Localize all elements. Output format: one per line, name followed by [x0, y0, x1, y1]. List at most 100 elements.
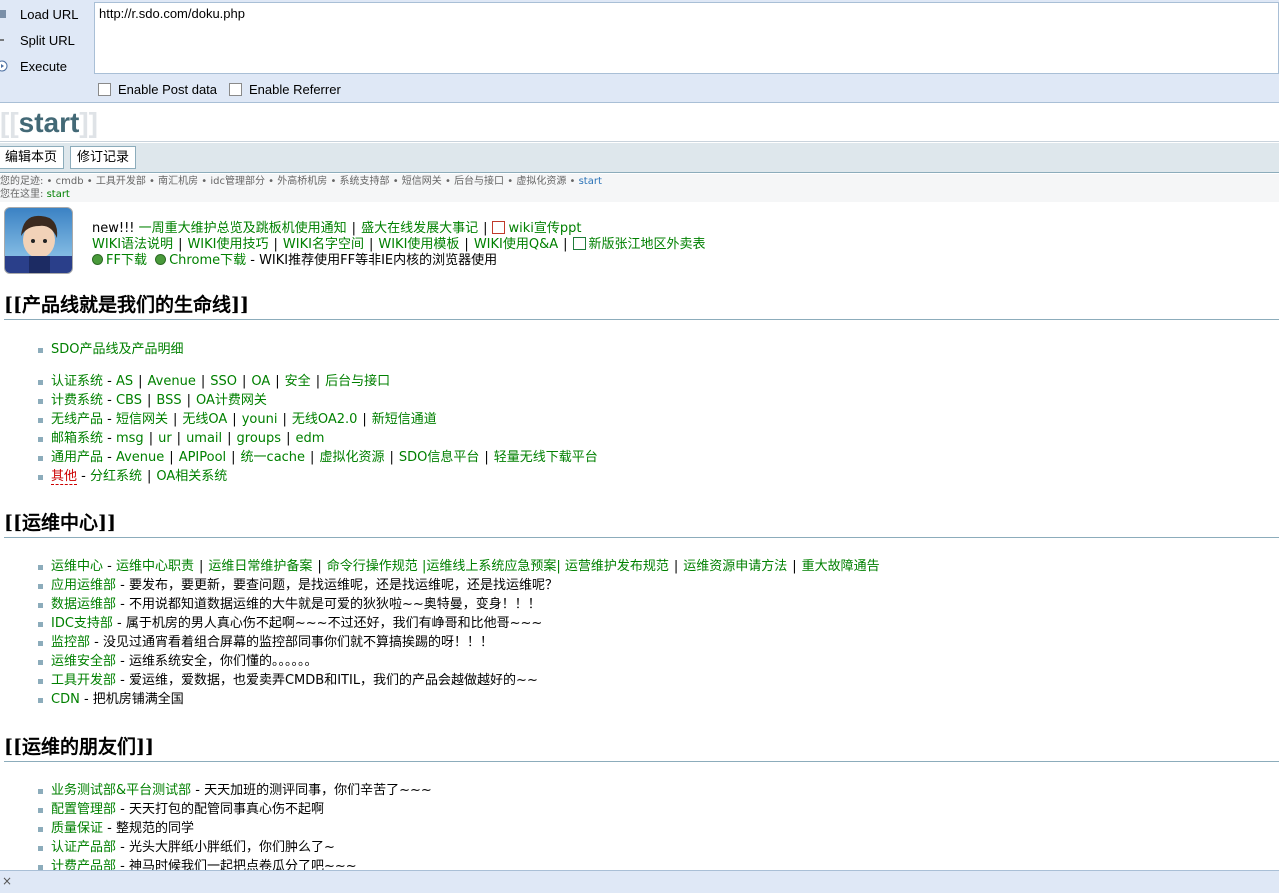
partner-link[interactable]: 认证产品部	[51, 840, 116, 855]
product-category-link[interactable]: 无线产品	[51, 412, 103, 427]
product-category-link[interactable]: 通用产品	[51, 450, 103, 465]
product-link[interactable]: OA	[251, 374, 270, 389]
enable-referrer-checkbox[interactable]	[229, 83, 242, 96]
wiki-help-link[interactable]: WIKI名字空间	[283, 237, 364, 252]
execute-button[interactable]: Execute	[0, 55, 92, 77]
product-category-link[interactable]: 邮箱系统	[51, 431, 103, 446]
split-url-button[interactable]: Split URL	[0, 29, 92, 51]
product-link[interactable]: 短信网关	[116, 412, 168, 427]
takeaway-link[interactable]: 新版张江地区外卖表	[589, 237, 706, 252]
product-link[interactable]: Avenue	[116, 450, 164, 465]
trace-link[interactable]: 短信网关	[402, 176, 442, 187]
partner-link[interactable]: 业务测试部&平台测试部	[51, 783, 191, 798]
product-link[interactable]: 统一cache	[241, 450, 306, 465]
enable-post-checkbox[interactable]	[98, 83, 111, 96]
wiki-help-link[interactable]: WIKI使用Q&A	[474, 237, 558, 252]
product-link[interactable]: 新短信通道	[372, 412, 437, 427]
product-link[interactable]: CBS	[116, 393, 142, 408]
separator: |	[563, 237, 568, 252]
product-link[interactable]: 无线OA2.0	[292, 412, 358, 427]
hackbar-panel: Load URL Split URL Execute http://r.sdo.…	[0, 0, 1279, 103]
wiki-help-link[interactable]: WIKI使用技巧	[187, 237, 268, 252]
here-link[interactable]: start	[47, 189, 70, 200]
product-detail-link[interactable]: SDO产品线及产品明细	[51, 342, 184, 357]
product-link[interactable]: edm	[295, 431, 324, 446]
trace-bullet: •	[566, 176, 579, 187]
load-url-button[interactable]: Load URL	[0, 3, 92, 25]
product-link[interactable]: OA计费网关	[196, 393, 267, 408]
trace-bullet: •	[441, 176, 455, 187]
product-link[interactable]: Avenue	[148, 374, 196, 389]
team-link[interactable]: CDN	[51, 692, 80, 707]
product-category-link[interactable]: 计费系统	[51, 393, 103, 408]
product-link[interactable]: msg	[116, 431, 144, 446]
team-link[interactable]: 数据运维部	[51, 597, 116, 612]
ops-link[interactable]: |运维线上系统应急预案|	[422, 559, 561, 574]
product-link[interactable]: APIPool	[179, 450, 226, 465]
trace-link[interactable]: 工具开发部	[96, 176, 146, 187]
enable-post-option[interactable]: Enable Post data	[98, 82, 217, 97]
ops-link[interactable]: 运维日常维护备案	[208, 559, 312, 574]
url-textarea[interactable]: http://r.sdo.com/doku.php	[94, 2, 1279, 74]
separator: |	[484, 450, 489, 465]
description: 没见过通宵看着组合屏幕的监控部同事你们就不算搞挨踢的呀！！！	[102, 635, 493, 650]
product-link[interactable]: 轻量无线下载平台	[494, 450, 598, 465]
ops-link[interactable]: 运营维护发布规范	[565, 559, 669, 574]
trace-link[interactable]: idc管理部分	[210, 176, 265, 187]
revisions-button[interactable]: 修订记录	[70, 146, 137, 169]
product-link[interactable]: 安全	[285, 374, 311, 389]
team-link[interactable]: 运维安全部	[51, 654, 116, 669]
team-link[interactable]: IDC支持部	[51, 616, 113, 631]
ops-link[interactable]: 命令行操作规范	[327, 559, 418, 574]
product-link[interactable]: youni	[242, 412, 278, 427]
product-link[interactable]: SSO	[210, 374, 237, 389]
trace-link[interactable]: 系统支持部	[340, 176, 390, 187]
maintenance-notice-link[interactable]: 一周重大维护总览及跳板机使用通知	[139, 221, 347, 236]
product-link[interactable]: SDO信息平台	[399, 450, 480, 465]
team-link[interactable]: 工具开发部	[51, 673, 116, 688]
ops-link[interactable]: 运维中心职责	[116, 559, 194, 574]
separator: |	[176, 431, 182, 446]
close-icon[interactable]: ×	[2, 874, 12, 888]
ops-link[interactable]: 重大故障通告	[802, 559, 880, 574]
separator: |	[389, 450, 394, 465]
team-link[interactable]: 监控部	[51, 635, 90, 650]
product-link[interactable]: 后台与接口	[325, 374, 390, 389]
product-link[interactable]: OA相关系统	[156, 469, 227, 484]
description: 把机房铺满全国	[92, 692, 184, 707]
trace-link[interactable]: start	[579, 176, 602, 187]
wiki-ppt-link[interactable]: wiki宣传ppt	[508, 221, 581, 236]
product-link[interactable]: ur	[158, 431, 172, 446]
description: 运维系统安全，你们懂的。。。。。。	[128, 654, 318, 669]
wiki-help-link[interactable]: WIKI使用模板	[378, 237, 459, 252]
here-label: 您在这里:	[0, 189, 44, 200]
product-link[interactable]: umail	[186, 431, 222, 446]
trace-link[interactable]: 南汇机房	[158, 176, 198, 187]
product-link[interactable]: groups	[237, 431, 282, 446]
enable-referrer-option[interactable]: Enable Referrer	[229, 82, 341, 97]
wiki-help-link[interactable]: WIKI语法说明	[92, 237, 173, 252]
trace-link[interactable]: cmdb	[56, 176, 84, 187]
product-link[interactable]: 无线OA	[182, 412, 227, 427]
product-category-link[interactable]: 其他	[51, 469, 78, 485]
milestones-link[interactable]: 盛大在线发展大事记	[361, 221, 478, 236]
trace-link[interactable]: 外高桥机房	[277, 176, 327, 187]
team-link[interactable]: 应用运维部	[51, 578, 116, 593]
product-link[interactable]: BSS	[156, 393, 181, 408]
notice-line-2: WIKI语法说明 | WIKI使用技巧 | WIKI名字空间 | WIKI使用模板 | WIKI…	[92, 237, 706, 253]
ops-category-link[interactable]: 运维中心	[51, 559, 103, 574]
trace-link[interactable]: 后台与接口	[454, 176, 504, 187]
edit-page-button[interactable]: 编辑本页	[0, 146, 65, 169]
trace-link[interactable]: 虚拟化资源	[516, 176, 566, 187]
partner-link[interactable]: 质量保证	[51, 821, 103, 836]
product-link[interactable]: AS	[116, 374, 133, 389]
ops-link[interactable]: 运维资源申请方法	[683, 559, 787, 574]
ff-download-link[interactable]: FF下载	[106, 253, 147, 268]
product-category-link[interactable]: 认证系统	[51, 374, 103, 389]
partner-link[interactable]: 配置管理部	[51, 802, 116, 817]
title-text[interactable]: start	[19, 107, 80, 138]
separator: |	[286, 431, 291, 446]
chrome-download-link[interactable]: Chrome下载	[169, 253, 246, 268]
product-link[interactable]: 分红系统	[90, 469, 142, 484]
product-link[interactable]: 虚拟化资源	[319, 450, 384, 465]
